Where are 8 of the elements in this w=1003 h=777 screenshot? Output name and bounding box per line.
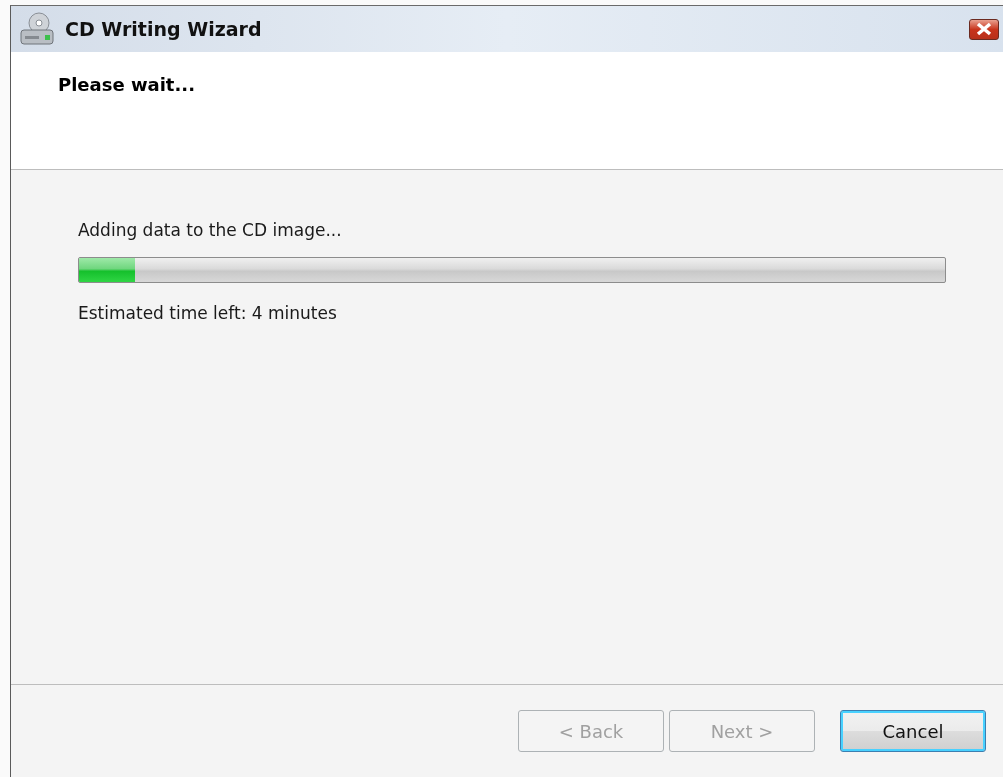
window-title: CD Writing Wizard: [65, 18, 262, 40]
page-heading: Please wait...: [58, 74, 195, 95]
cd-drive-icon: [19, 12, 55, 46]
progress-label: Adding data to the CD image...: [78, 220, 342, 240]
close-icon: [975, 22, 993, 36]
cancel-button[interactable]: Cancel: [840, 710, 986, 752]
time-remaining: Estimated time left: 4 minutes: [78, 303, 337, 323]
close-button[interactable]: [969, 18, 999, 40]
